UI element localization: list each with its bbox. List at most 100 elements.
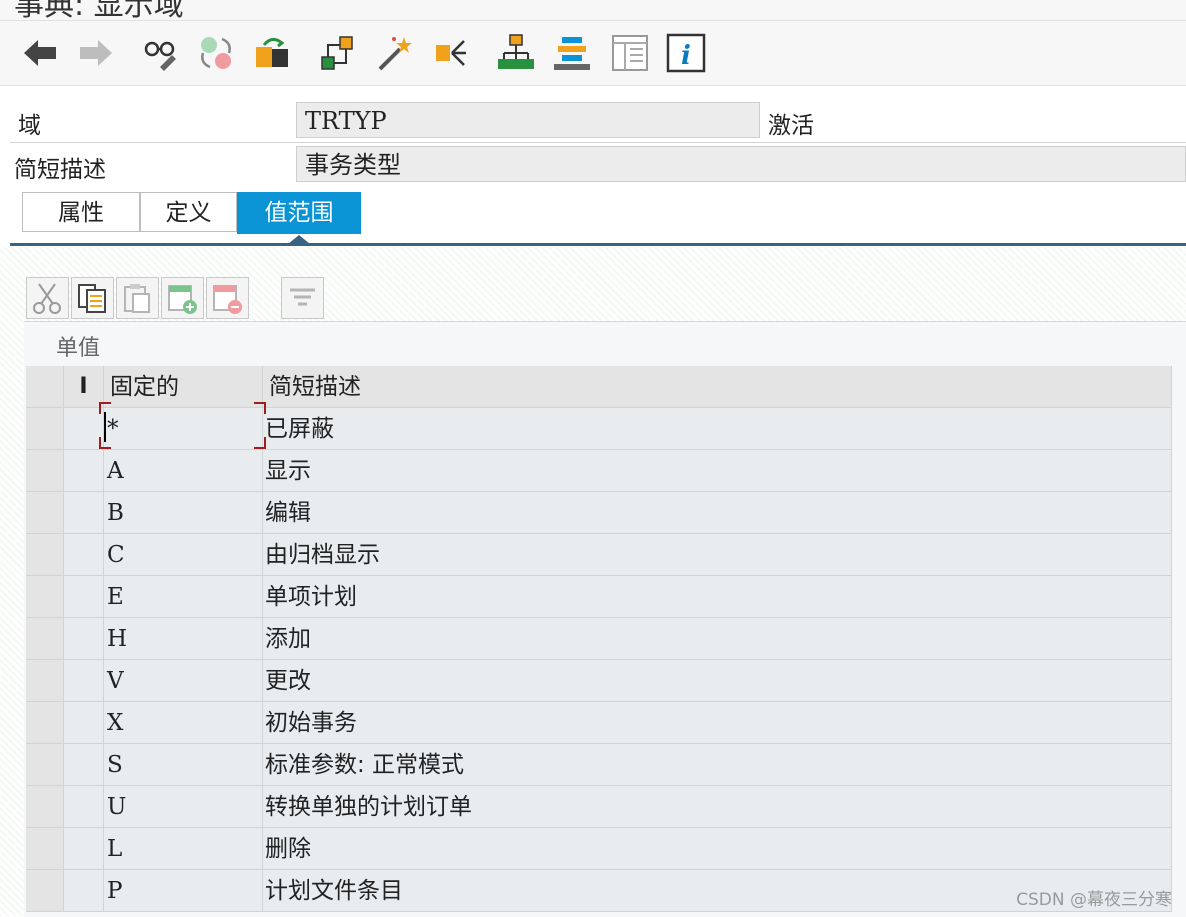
indicator-cell[interactable]: [64, 534, 104, 576]
magic-wand-icon[interactable]: [374, 33, 414, 73]
short-desc-cell[interactable]: 转换单独的计划订单: [263, 786, 1172, 828]
table-row[interactable]: V 更改: [26, 660, 1172, 702]
info-icon[interactable]: i: [666, 33, 706, 73]
column-header-short-desc[interactable]: 简短描述: [263, 366, 1172, 408]
short-desc-row: 简短描述 事务类型: [10, 144, 1186, 186]
table-row[interactable]: E 单项计划: [26, 576, 1172, 618]
short-desc-cell[interactable]: 添加: [263, 618, 1172, 660]
window-title: 事典: 显示域: [14, 0, 184, 21]
indicator-cell[interactable]: [64, 786, 104, 828]
tab-underline: [10, 243, 1186, 246]
fixed-value-cell[interactable]: E: [104, 576, 263, 618]
fixed-value-cell[interactable]: P: [104, 870, 263, 912]
fixed-value-cell[interactable]: *: [104, 408, 263, 450]
short-desc-cell[interactable]: 显示: [263, 450, 1172, 492]
toggle-icon[interactable]: [196, 33, 236, 73]
row-selector[interactable]: [26, 408, 64, 450]
short-desc-cell[interactable]: 已屏蔽: [263, 408, 1172, 450]
insert-row-icon[interactable]: [161, 277, 204, 319]
hierarchy-icon[interactable]: [318, 33, 358, 73]
row-selector[interactable]: [26, 660, 64, 702]
fixed-value-cell[interactable]: V: [104, 660, 263, 702]
table-view-icon[interactable]: [610, 33, 650, 73]
row-selector[interactable]: [26, 618, 64, 660]
domain-label: 域: [18, 113, 41, 139]
table-row[interactable]: B 编辑: [26, 492, 1172, 534]
indicator-cell[interactable]: [64, 660, 104, 702]
glasses-edit-icon[interactable]: [140, 33, 180, 73]
fixed-value-cell[interactable]: H: [104, 618, 263, 660]
short-desc-cell[interactable]: 编辑: [263, 492, 1172, 534]
indicator-cell[interactable]: [64, 618, 104, 660]
fixed-value-cell[interactable]: L: [104, 828, 263, 870]
fixed-value-cell[interactable]: U: [104, 786, 263, 828]
row-selector[interactable]: [26, 450, 64, 492]
watermark: CSDN @幕夜三分寒: [1016, 890, 1172, 910]
copy-icon[interactable]: [71, 277, 114, 319]
table-row[interactable]: L 删除: [26, 828, 1172, 870]
indicator-cell[interactable]: [64, 576, 104, 618]
row-selector[interactable]: [26, 576, 64, 618]
indicator-cell[interactable]: [64, 492, 104, 534]
cut-icon[interactable]: [26, 277, 69, 319]
row-selector[interactable]: [26, 786, 64, 828]
single-values-panel: 单值 I 固定的 简短描述 * 已屏蔽 A 显示 B 编辑 C 由归档显示 E 单项计划 H 添加 V 更…: [24, 321, 1186, 917]
indicator-cell[interactable]: [64, 702, 104, 744]
panel-title: 单值: [56, 336, 101, 361]
application-toolbar: i: [0, 21, 1186, 86]
select-all-cell[interactable]: [26, 366, 64, 408]
tab-definition[interactable]: 定义: [140, 192, 237, 232]
table-row[interactable]: H 添加: [26, 618, 1172, 660]
short-desc-cell[interactable]: 标准参数: 正常模式: [263, 744, 1172, 786]
short-desc-cell[interactable]: 初始事务: [263, 702, 1172, 744]
short-desc-cell[interactable]: 由归档显示: [263, 534, 1172, 576]
short-desc-field[interactable]: 事务类型: [296, 146, 1186, 182]
fixed-value-cell[interactable]: S: [104, 744, 263, 786]
domain-row: 域 TRTYP 激活: [10, 100, 1186, 143]
row-selector[interactable]: [26, 702, 64, 744]
indicator-cell[interactable]: [64, 870, 104, 912]
tab-attributes[interactable]: 属性: [22, 192, 140, 232]
table-row[interactable]: A 显示: [26, 450, 1172, 492]
status-text: 激活: [768, 113, 814, 139]
table-row[interactable]: U 转换单独的计划订单: [26, 786, 1172, 828]
row-selector[interactable]: [26, 744, 64, 786]
column-header-fixed-value[interactable]: 固定的: [104, 366, 263, 408]
table-row[interactable]: * 已屏蔽: [26, 408, 1172, 450]
layout-icon[interactable]: [552, 33, 592, 73]
paste-icon[interactable]: [116, 277, 159, 319]
table-row[interactable]: P 计划文件条目: [26, 870, 1172, 912]
indicator-cell[interactable]: [64, 450, 104, 492]
indicator-cell[interactable]: [64, 744, 104, 786]
indicator-cell[interactable]: [64, 828, 104, 870]
column-header-indicator[interactable]: I: [64, 366, 104, 408]
table-row[interactable]: X 初始事务: [26, 702, 1172, 744]
fixed-value-cell[interactable]: C: [104, 534, 263, 576]
indicator-cell[interactable]: [64, 408, 104, 450]
tab-value-range[interactable]: 值范围: [237, 192, 361, 234]
table-row[interactable]: C 由归档显示: [26, 534, 1172, 576]
back-icon[interactable]: [20, 33, 60, 73]
short-desc-cell[interactable]: 单项计划: [263, 576, 1172, 618]
title-bar: 事典: 显示域: [0, 0, 1186, 21]
tab-indicator: [288, 235, 310, 244]
fixed-value-cell[interactable]: A: [104, 450, 263, 492]
table-header: I 固定的 简短描述: [26, 366, 1172, 408]
delete-row-icon[interactable]: [206, 277, 249, 319]
org-chart-icon[interactable]: [496, 33, 536, 73]
short-desc-cell[interactable]: 删除: [263, 828, 1172, 870]
row-selector[interactable]: [26, 870, 64, 912]
short-desc-cell[interactable]: 更改: [263, 660, 1172, 702]
fixed-value-cell[interactable]: X: [104, 702, 263, 744]
filter-icon[interactable]: [281, 277, 324, 319]
object-list-icon[interactable]: [254, 33, 294, 73]
fixed-value-cell[interactable]: B: [104, 492, 263, 534]
table-row[interactable]: S 标准参数: 正常模式: [26, 744, 1172, 786]
domain-field[interactable]: TRTYP: [296, 102, 760, 138]
row-selector[interactable]: [26, 534, 64, 576]
row-selector[interactable]: [26, 492, 64, 534]
short-desc-label: 简短描述: [14, 157, 106, 183]
row-selector[interactable]: [26, 828, 64, 870]
where-used-icon[interactable]: [432, 33, 472, 73]
forward-icon[interactable]: [76, 33, 116, 73]
